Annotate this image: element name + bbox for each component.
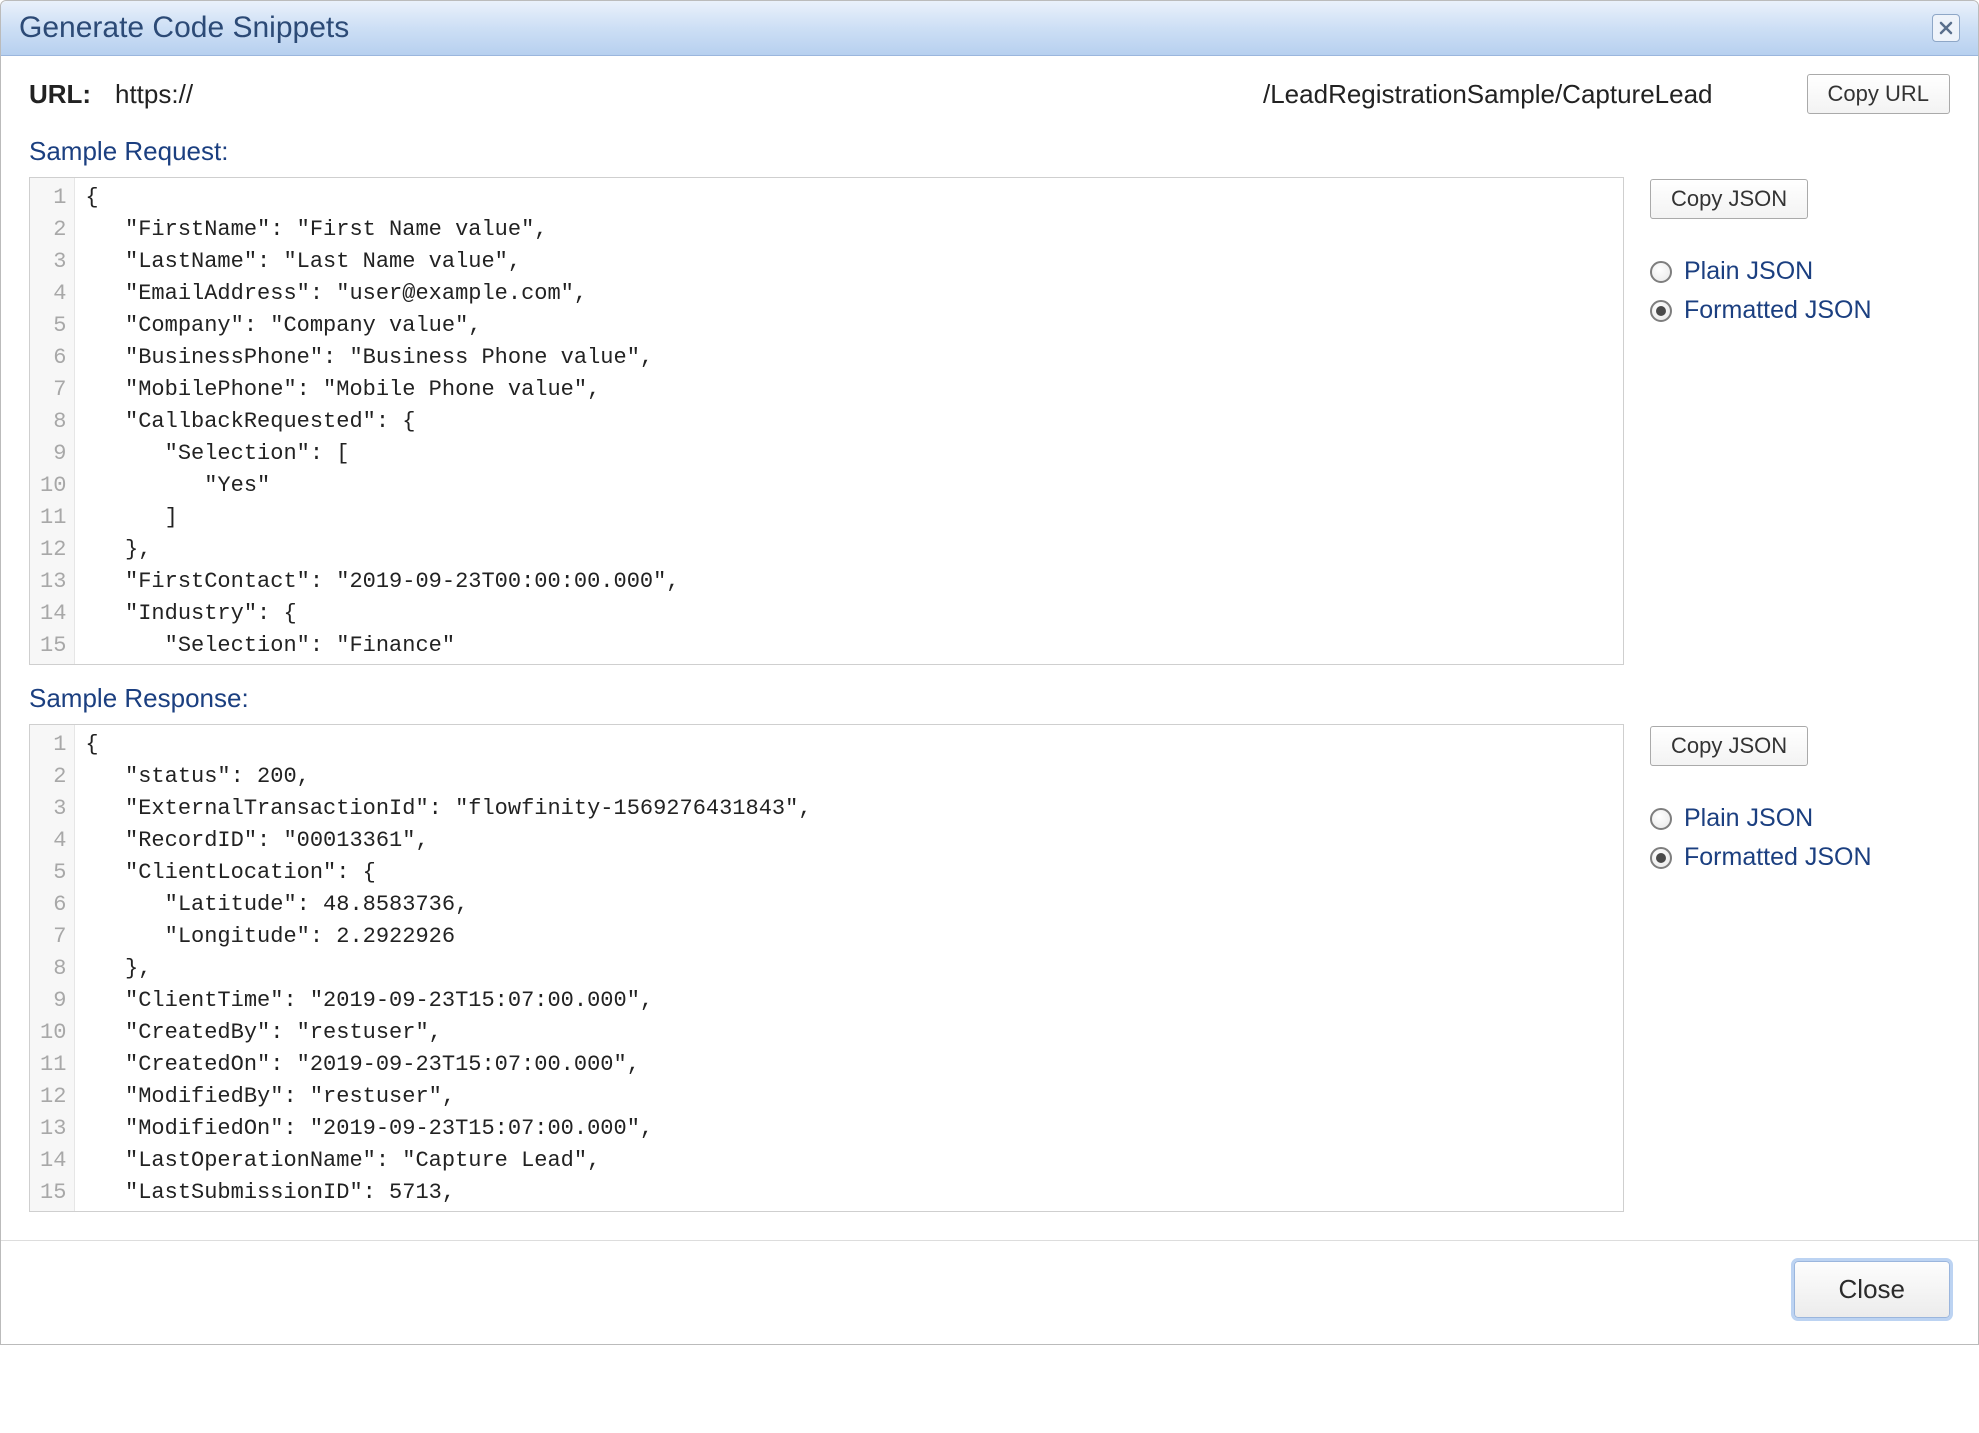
close-button[interactable]: Close <box>1794 1261 1950 1318</box>
request-code-box[interactable]: 1 2 3 4 5 6 7 8 9 10 11 12 13 14 15 { "F… <box>29 177 1624 665</box>
response-code-text: { "status": 200, "ExternalTransactionId"… <box>75 725 1623 1211</box>
response-line-gutter: 1 2 3 4 5 6 7 8 9 10 11 12 13 14 15 <box>30 725 75 1211</box>
request-plain-json-radio[interactable]: Plain JSON <box>1650 257 1950 286</box>
dialog: Generate Code Snippets URL: https:// /Le… <box>0 0 1979 1345</box>
request-line-gutter: 1 2 3 4 5 6 7 8 9 10 11 12 13 14 15 <box>30 178 75 664</box>
url-prefix: https:// <box>115 79 193 110</box>
radio-icon <box>1650 808 1672 830</box>
sample-response-title: Sample Response: <box>29 683 1950 714</box>
sample-request-section: 1 2 3 4 5 6 7 8 9 10 11 12 13 14 15 { "F… <box>29 177 1950 665</box>
copy-url-button[interactable]: Copy URL <box>1807 74 1950 114</box>
radio-label: Formatted JSON <box>1684 843 1872 872</box>
sample-request-title: Sample Request: <box>29 136 1950 167</box>
response-plain-json-radio[interactable]: Plain JSON <box>1650 804 1950 833</box>
close-icon-button[interactable] <box>1932 14 1960 42</box>
radio-label: Plain JSON <box>1684 257 1813 286</box>
titlebar: Generate Code Snippets <box>1 1 1978 56</box>
radio-icon <box>1650 300 1672 322</box>
radio-icon <box>1650 847 1672 869</box>
url-middle <box>201 79 1263 110</box>
url-value: https:// /LeadRegistrationSample/Capture… <box>115 79 1793 110</box>
sample-response-section: 1 2 3 4 5 6 7 8 9 10 11 12 13 14 15 { "s… <box>29 724 1950 1212</box>
dialog-content: URL: https:// /LeadRegistrationSample/Ca… <box>1 56 1978 1240</box>
dialog-footer: Close <box>1 1240 1978 1344</box>
url-label: URL: <box>29 79 101 110</box>
request-code-text: { "FirstName": "First Name value", "Last… <box>75 178 1623 664</box>
close-icon <box>1938 20 1954 36</box>
radio-label: Plain JSON <box>1684 804 1813 833</box>
request-formatted-json-radio[interactable]: Formatted JSON <box>1650 296 1950 325</box>
response-code-box[interactable]: 1 2 3 4 5 6 7 8 9 10 11 12 13 14 15 { "s… <box>29 724 1624 1212</box>
radio-icon <box>1650 261 1672 283</box>
url-suffix: /LeadRegistrationSample/CaptureLead <box>1263 79 1793 110</box>
response-side-controls: Copy JSON Plain JSON Formatted JSON <box>1650 724 1950 882</box>
radio-label: Formatted JSON <box>1684 296 1872 325</box>
dialog-title: Generate Code Snippets <box>19 11 349 45</box>
response-formatted-json-radio[interactable]: Formatted JSON <box>1650 843 1950 872</box>
copy-response-json-button[interactable]: Copy JSON <box>1650 726 1808 766</box>
copy-request-json-button[interactable]: Copy JSON <box>1650 179 1808 219</box>
url-row: URL: https:// /LeadRegistrationSample/Ca… <box>29 74 1950 114</box>
request-side-controls: Copy JSON Plain JSON Formatted JSON <box>1650 177 1950 335</box>
